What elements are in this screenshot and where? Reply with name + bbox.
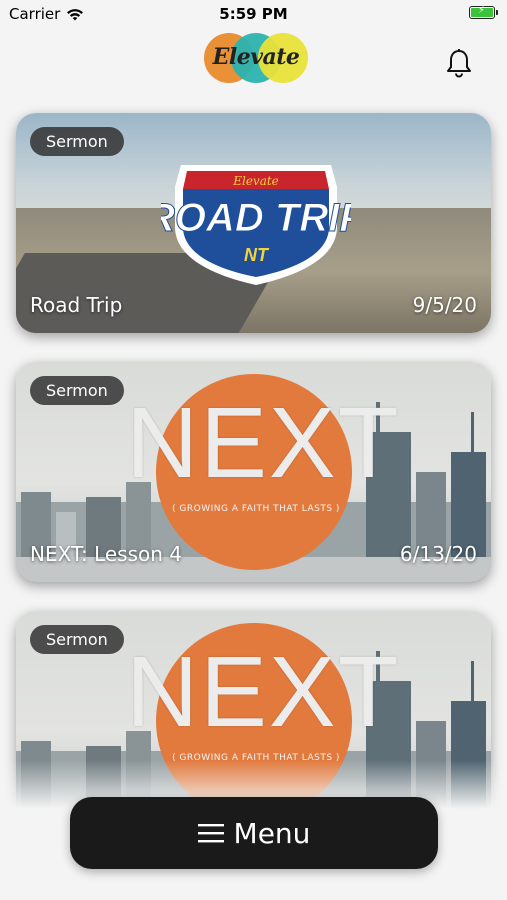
menu-button[interactable]: Menu [70,797,438,869]
card-date: 6/13/20 [399,542,477,566]
road-trip-shield-image: Elevate ROAD TRIP NT [161,165,351,285]
battery-icon: ⚡ [469,5,498,19]
sermon-badge: Sermon [30,625,124,654]
next-art-subtitle: ( GROWING A FAITH THAT LASTS ) [172,504,340,514]
next-art-title: NEXT [126,636,401,748]
app-logo[interactable]: Elevate [204,30,308,86]
status-bar: Carrier 5:59 PM ⚡ [0,0,507,30]
hamburger-icon [197,824,224,843]
logo-text: Elevate [212,44,300,70]
card-title: NEXT: Lesson 4 [30,542,182,566]
shield-top-text: Elevate [232,174,279,188]
status-time: 5:59 PM [219,5,288,23]
shield-main-text: ROAD TRIP [161,196,351,240]
sermon-card-road-trip[interactable]: Elevate ROAD TRIP NT Sermon Road Trip 9/… [16,113,491,333]
header: Elevate [0,28,507,88]
menu-label: Menu [233,816,311,850]
card-title: Road Trip [30,293,123,317]
status-right: ⚡ [469,5,498,19]
next-art-title: NEXT [126,387,401,499]
shield-bottom-text: NT [244,245,270,265]
sermon-badge: Sermon [30,127,124,156]
bell-icon[interactable] [445,48,473,78]
card-date: 9/5/20 [412,293,477,317]
sermon-card-next-lesson-4[interactable]: NEXT ( GROWING A FAITH THAT LASTS ) Serm… [16,362,491,582]
sermon-badge: Sermon [30,376,124,405]
